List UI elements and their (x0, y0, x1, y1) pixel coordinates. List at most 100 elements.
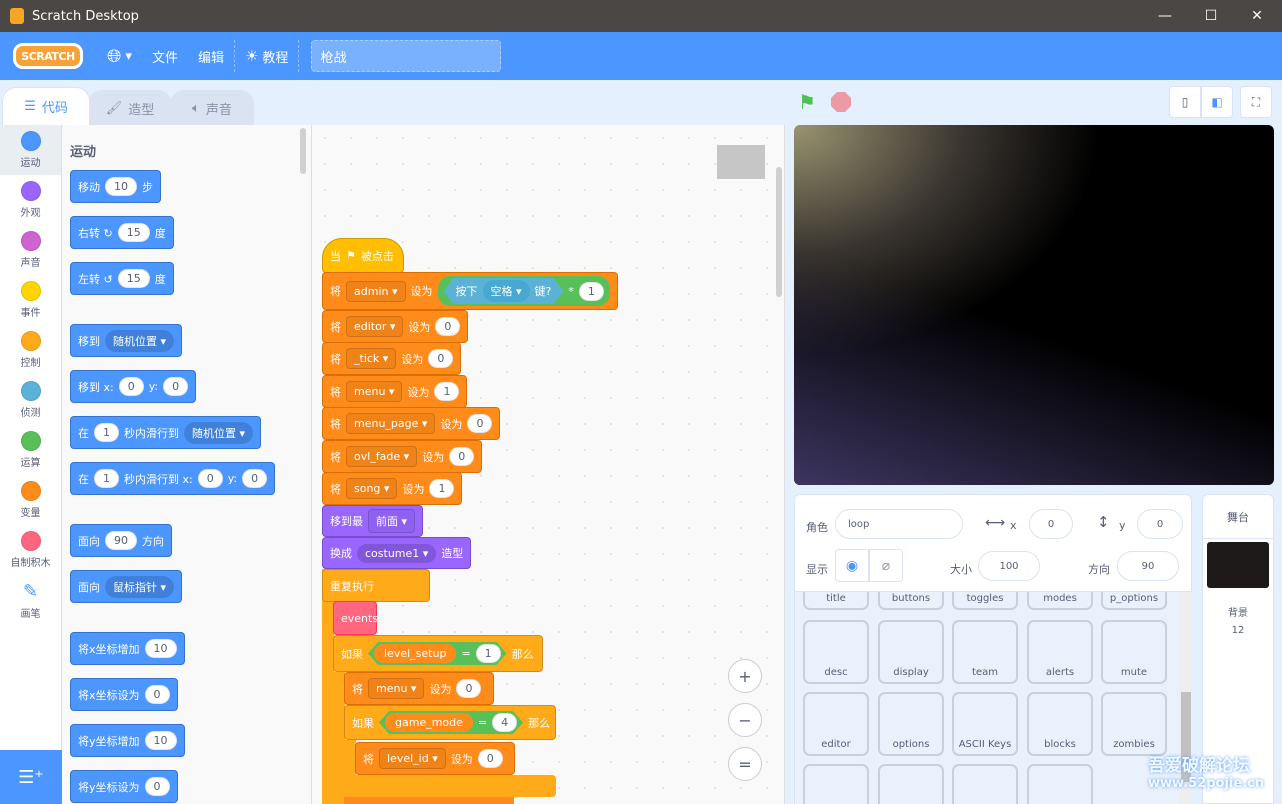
tab-sounds[interactable]: 🔈︎ 声音 (170, 90, 254, 125)
number-input[interactable]: 1 (94, 423, 119, 442)
backdrop-thumbnail[interactable] (1207, 542, 1269, 588)
zoom-out-button[interactable]: − (728, 703, 762, 737)
script-block[interactable]: 将 menu 设为 0 (344, 672, 494, 705)
number-input[interactable]: 0 (144, 685, 170, 704)
script-scrollbar-vertical[interactable] (776, 167, 782, 297)
scratch-logo[interactable]: SCRATCH (13, 43, 83, 69)
sprite-tile[interactable] (878, 764, 944, 804)
script-block[interactable]: 将 menu 设为 1 (322, 375, 468, 408)
variable-dropdown[interactable]: admin (346, 280, 406, 302)
number-input[interactable]: 0 (197, 469, 223, 488)
number-input[interactable]: 15 (117, 269, 150, 288)
number-input[interactable]: 1 (94, 469, 119, 488)
sprite-tile[interactable]: options (878, 692, 944, 756)
minimize-button[interactable]: — (1142, 0, 1188, 32)
script-block[interactable]: 重复执行 (322, 569, 430, 602)
variable-dropdown[interactable]: menu (368, 678, 425, 699)
number-input[interactable]: 0 (477, 749, 503, 768)
palette-scrollbar[interactable] (300, 128, 306, 174)
y-input[interactable]: 0 (1137, 509, 1183, 539)
number-input[interactable]: 0 (242, 469, 268, 488)
variable-dropdown[interactable]: song (346, 478, 398, 499)
number-input[interactable]: 0 (163, 377, 189, 396)
script-block[interactable]: 将 ovl_fade 设为 0 (322, 440, 483, 473)
category-4[interactable]: 控制 (0, 325, 61, 375)
sprite-tile[interactable]: desc (803, 620, 869, 684)
category-8[interactable]: 自制积木 (0, 525, 61, 575)
palette-block[interactable]: 将y坐标设为 0 (70, 770, 178, 803)
sprite-tile[interactable]: blocks (1027, 692, 1093, 756)
sprite-tile[interactable]: toggles (952, 592, 1018, 610)
menu-dropdown[interactable]: 随机位置 (184, 421, 254, 444)
variable-dropdown[interactable]: ovl_fade (346, 446, 418, 467)
number-input[interactable]: 0 (144, 777, 170, 796)
small-stage-button[interactable]: ▯ (1169, 86, 1201, 118)
add-extension-button[interactable]: ☰⁺ (0, 750, 62, 804)
maximize-button[interactable]: ☐ (1188, 0, 1234, 32)
number-input[interactable]: 1 (429, 479, 455, 498)
variable-dropdown[interactable]: menu_page (346, 413, 436, 434)
script-area[interactable]: 当⚑被点击将admin设为按下空格键?*1将editor设为0将_tick设为0… (312, 125, 785, 804)
palette-block[interactable]: 在 1 秒内滑行到 x: 0 y: 0 (70, 462, 276, 495)
menu-dropdown[interactable]: costume1 (357, 543, 437, 563)
sprite-tile[interactable]: display (878, 620, 944, 684)
variable-dropdown[interactable]: 前面 (368, 509, 416, 533)
category-5[interactable]: 侦测 (0, 375, 61, 425)
palette-block[interactable]: 移到 随机位置 (70, 324, 183, 357)
hide-sprite-button[interactable]: ⌀ (869, 549, 903, 582)
script-block[interactable]: 将 editor 设为 0 (322, 310, 469, 343)
number-input[interactable]: 4 (492, 713, 517, 732)
palette-block[interactable]: 将y坐标增加 10 (70, 724, 185, 757)
variable-dropdown[interactable]: editor (346, 316, 404, 337)
sprite-tile[interactable]: p_options (1101, 592, 1167, 610)
number-input[interactable]: 10 (105, 177, 137, 196)
palette-block[interactable]: 右转 ↻ 15 度 (70, 216, 174, 249)
category-1[interactable]: 外观 (0, 175, 61, 225)
category-7[interactable]: 变量 (0, 475, 61, 525)
number-input[interactable]: 15 (117, 223, 150, 242)
project-title-input[interactable]: 枪战 (311, 40, 502, 72)
number-input[interactable]: 0 (449, 447, 475, 466)
variable-dropdown[interactable]: menu (346, 381, 403, 402)
script-block[interactable]: 将admin设为按下空格键?*1 (322, 272, 618, 310)
sprite-tile[interactable]: alerts (1027, 620, 1093, 684)
sprite-name-input[interactable]: loop (835, 509, 963, 539)
palette-block[interactable]: 移到 x: 0 y: 0 (70, 370, 197, 403)
palette-block[interactable]: 在 1 秒内滑行到 随机位置 (70, 416, 262, 449)
x-input[interactable]: 0 (1029, 509, 1073, 539)
close-button[interactable]: ✕ (1234, 0, 1280, 32)
show-sprite-button[interactable]: ◉ (835, 549, 869, 582)
sprite-tile[interactable] (952, 764, 1018, 804)
sprite-tile[interactable]: team (952, 620, 1018, 684)
palette-block[interactable]: 移动 10 步 (70, 170, 161, 203)
size-input[interactable]: 100 (978, 551, 1040, 581)
direction-input[interactable]: 90 (1117, 551, 1179, 581)
palette-block[interactable]: 将x坐标设为 0 (70, 678, 178, 711)
sprite-tile[interactable]: ASCII Keys (952, 692, 1018, 756)
number-input[interactable]: 0 (435, 317, 461, 336)
number-input[interactable]: 0 (467, 414, 493, 433)
language-menu[interactable]: 🌐︎ ▾ (97, 32, 142, 80)
category-9[interactable]: ✎ 画笔 (0, 575, 61, 625)
number-input[interactable]: 1 (476, 644, 501, 663)
menu-dropdown[interactable]: 随机位置 (105, 329, 175, 352)
category-3[interactable]: 事件 (0, 275, 61, 325)
palette-block[interactable]: 将x坐标增加 10 (70, 632, 185, 665)
script-block[interactable]: 如果 level_setup = 1 那么 (333, 635, 543, 672)
sprite-tile[interactable] (1027, 764, 1093, 804)
stop-icon[interactable] (831, 92, 851, 112)
variable-dropdown[interactable]: level_id (379, 748, 446, 769)
green-flag-icon[interactable]: ⚑ (798, 90, 816, 114)
script-block[interactable]: 将 menu_page 设为 0 (322, 407, 501, 440)
sprite-tile[interactable]: modes (1027, 592, 1093, 610)
edit-menu[interactable]: 编辑 (188, 32, 234, 80)
category-2[interactable]: 声音 (0, 225, 61, 275)
number-input[interactable]: 90 (105, 531, 137, 550)
palette-block[interactable]: 面向 90 方向 (70, 524, 172, 557)
category-0[interactable]: 运动 (0, 125, 61, 175)
tab-code[interactable]: ☰ 代码 (2, 87, 90, 125)
stage-canvas[interactable] (794, 125, 1274, 485)
variable-dropdown[interactable]: _tick (346, 348, 397, 369)
palette-block[interactable]: 左转 ↺ 15 度 (70, 262, 174, 295)
fullscreen-button[interactable]: ⛶ (1240, 86, 1272, 118)
